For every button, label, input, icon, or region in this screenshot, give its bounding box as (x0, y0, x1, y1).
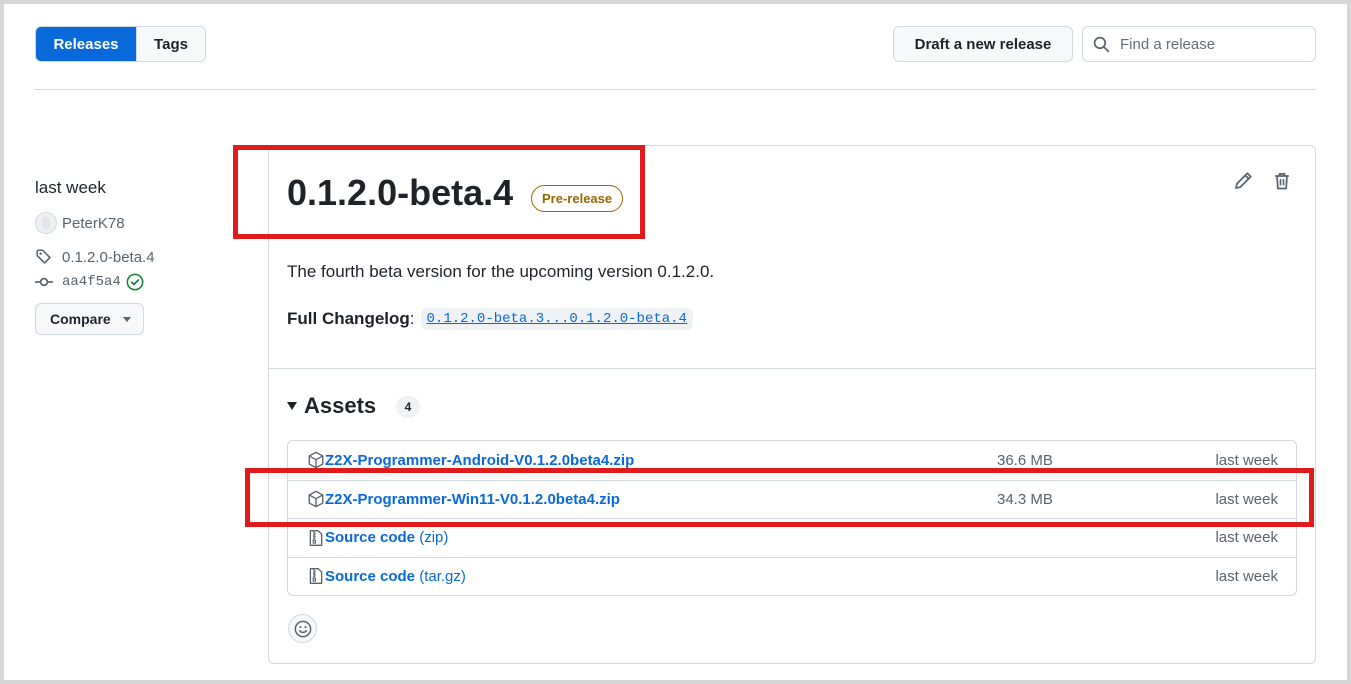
commit-row[interactable]: aa4f5a4 (35, 273, 144, 291)
asset-name[interactable]: Source code (325, 529, 415, 546)
package-icon (308, 490, 324, 508)
asset-ext[interactable]: (tar.gz) (419, 568, 466, 585)
compare-label: Compare (50, 311, 111, 327)
avatar[interactable] (35, 212, 57, 234)
assets-title: Assets (304, 393, 377, 418)
smiley-icon (294, 620, 311, 637)
search-icon (1093, 36, 1110, 52)
header-divider (35, 89, 1316, 90)
package-icon (308, 451, 324, 469)
asset-ext[interactable]: (zip) (419, 529, 448, 546)
release-tabs: Releases Tags (35, 26, 206, 62)
asset-date: last week (1215, 567, 1278, 585)
changelog-compare-link[interactable]: 0.1.2.0-beta.3...0.1.2.0-beta.4 (420, 308, 693, 330)
trash-icon[interactable] (1272, 171, 1292, 191)
asset-date: last week (1215, 529, 1278, 547)
tab-releases[interactable]: Releases (36, 27, 136, 61)
release-date: last week (35, 178, 106, 197)
commit-hash[interactable]: aa4f5a4 (62, 274, 121, 290)
asset-row: Source code (tar.gz) last week (288, 556, 1296, 596)
file-zip-icon (309, 529, 323, 546)
tag-name[interactable]: 0.1.2.0-beta.4 (62, 249, 155, 266)
asset-row: Source code (zip) last week (288, 518, 1296, 557)
changelog-label: Full Changelog (287, 309, 410, 328)
asset-name[interactable]: Z2X-Programmer-Win11-V0.1.2.0beta4.zip (325, 491, 620, 508)
author-row[interactable]: PeterK78 (35, 212, 125, 234)
asset-name[interactable]: Z2X-Programmer-Android-V0.1.2.0beta4.zip (325, 452, 634, 469)
file-zip-icon (309, 568, 323, 585)
source-code-targz-link[interactable]: Source code (tar.gz) (325, 568, 466, 585)
search-input[interactable] (1120, 35, 1300, 53)
asset-row: Z2X-Programmer-Win11-V0.1.2.0beta4.zip 3… (288, 479, 1296, 519)
draft-new-release-button[interactable]: Draft a new release (893, 26, 1073, 62)
release-title[interactable]: 0.1.2.0-beta.4 (287, 172, 513, 214)
card-divider (269, 368, 1315, 369)
author-name[interactable]: PeterK78 (62, 215, 125, 232)
assets-list: Z2X-Programmer-Android-V0.1.2.0beta4.zip… (287, 440, 1297, 596)
compare-dropdown[interactable]: Compare (35, 303, 144, 335)
chevron-down-icon (122, 316, 131, 322)
assets-toggle[interactable]: Assets (287, 393, 376, 419)
tag-icon (36, 249, 51, 264)
asset-date: last week (1215, 451, 1278, 469)
git-commit-icon (35, 277, 53, 287)
triangle-down-icon (287, 402, 297, 410)
release-description: The fourth beta version for the upcoming… (287, 262, 715, 281)
tag-row[interactable]: 0.1.2.0-beta.4 (35, 248, 155, 266)
edit-icon[interactable] (1233, 171, 1253, 191)
verified-check-icon[interactable] (126, 273, 144, 291)
asset-size: 36.6 MB (997, 451, 1053, 469)
asset-download-link[interactable]: Z2X-Programmer-Win11-V0.1.2.0beta4.zip (325, 491, 620, 508)
full-changelog: Full Changelog: 0.1.2.0-beta.3...0.1.2.0… (287, 308, 693, 330)
source-code-zip-link[interactable]: Source code (zip) (325, 529, 448, 546)
asset-name[interactable]: Source code (325, 568, 415, 585)
release-search[interactable] (1082, 26, 1316, 62)
asset-row: Z2X-Programmer-Android-V0.1.2.0beta4.zip… (288, 441, 1296, 480)
prerelease-badge: Pre-release (531, 185, 624, 212)
asset-download-link[interactable]: Z2X-Programmer-Android-V0.1.2.0beta4.zip (325, 452, 634, 469)
changelog-colon: : (409, 309, 415, 328)
assets-count-badge: 4 (396, 396, 420, 418)
tab-tags[interactable]: Tags (136, 27, 205, 61)
add-reaction-button[interactable] (288, 614, 317, 643)
asset-size: 34.3 MB (997, 490, 1053, 508)
asset-date: last week (1215, 490, 1278, 508)
